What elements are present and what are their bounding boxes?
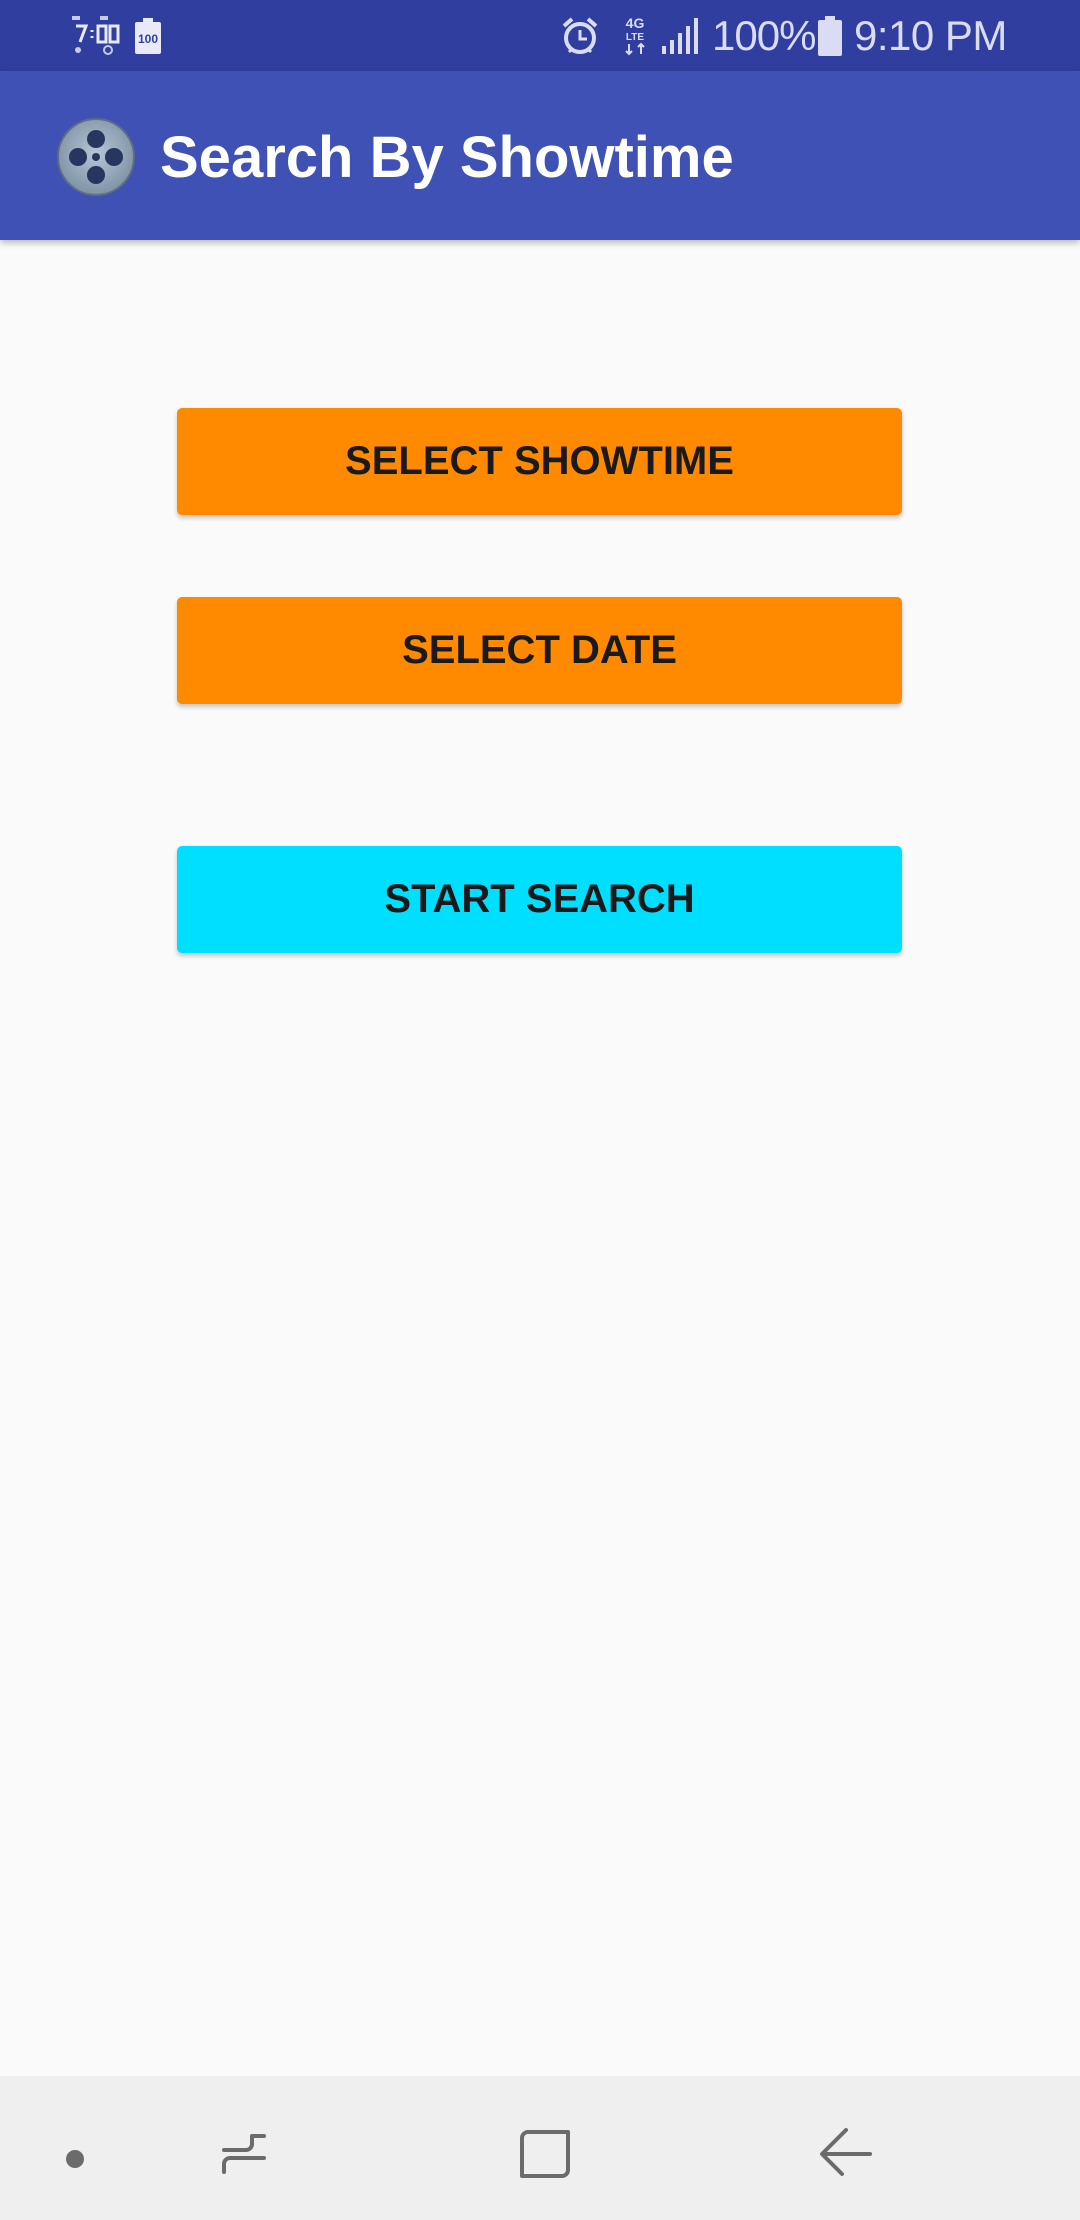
nav-dot-icon[interactable] — [66, 2150, 84, 2168]
navigation-bar — [0, 2076, 1080, 2220]
page-title: Search By Showtime — [160, 125, 734, 190]
battery-percentage: 100% — [712, 12, 816, 59]
lte-icon: 4G LTE — [625, 15, 645, 56]
back-icon[interactable] — [816, 2124, 876, 2184]
recents-icon[interactable] — [214, 2124, 274, 2184]
battery-icon — [818, 16, 842, 56]
start-search-button[interactable]: START SEARCH — [177, 846, 902, 953]
battery-saver-icon: 100 — [135, 18, 161, 54]
signal-icon — [662, 18, 698, 54]
alarm-icon — [562, 17, 598, 54]
status-bar: 100 4G LTE 100% 9:10 PM — [0, 0, 1080, 71]
home-icon[interactable] — [516, 2124, 576, 2184]
clock-widget-icon — [72, 16, 120, 55]
svg-text:100: 100 — [138, 32, 158, 46]
svg-text:LTE: LTE — [626, 32, 644, 43]
film-reel-icon — [57, 118, 135, 196]
select-showtime-button[interactable]: SELECT SHOWTIME — [177, 408, 902, 515]
status-time: 9:10 PM — [854, 12, 1007, 59]
app-bar: Search By Showtime — [0, 71, 1080, 240]
svg-text:4G: 4G — [626, 15, 645, 31]
select-date-button[interactable]: SELECT DATE — [177, 597, 902, 704]
